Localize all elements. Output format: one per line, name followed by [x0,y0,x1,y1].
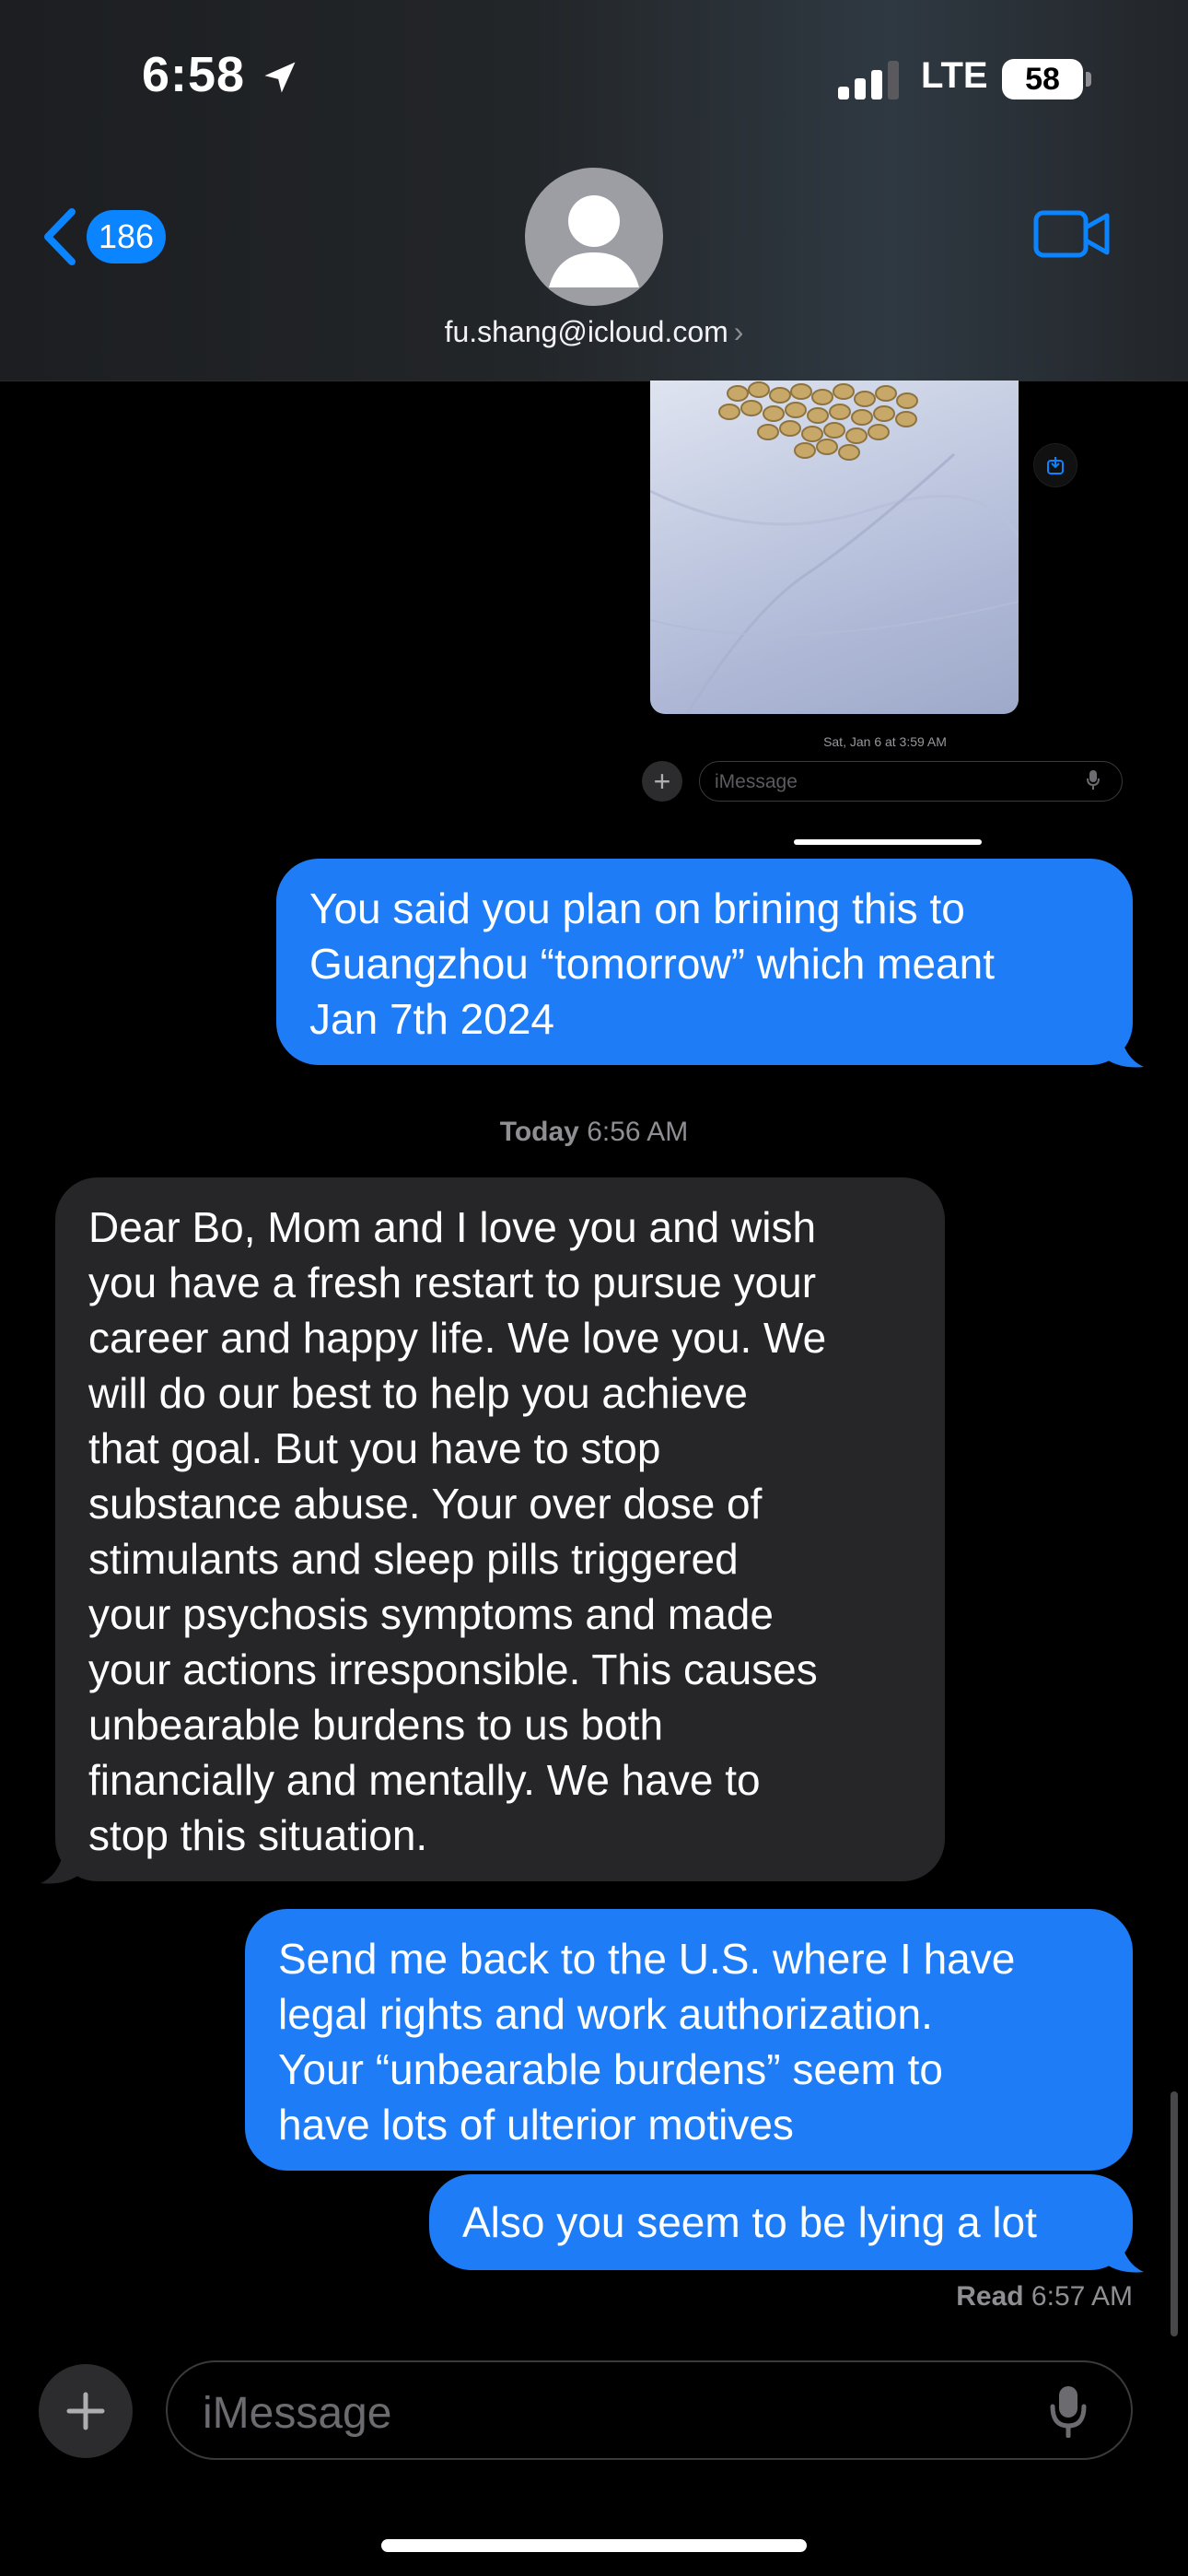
add-attachment-button[interactable] [39,2364,133,2458]
avatar-person-icon [549,195,639,287]
status-time: 6:58 [142,47,246,102]
message-bubble-outgoing[interactable]: You said you plan on brining this to Gua… [276,859,1133,1065]
share-button[interactable] [1033,443,1077,487]
embedded-input-placeholder: iMessage [715,771,798,792]
signal-icon [838,61,899,100]
message-line: Guangzhou “tomorrow” which meant [309,940,995,988]
battery-tip [1086,72,1091,87]
message-bubble-outgoing[interactable]: Send me back to the U.S. where I have le… [245,1909,1133,2171]
message-line: stop this situation. [88,1811,428,1859]
conversation-header: 6:58 LTE 58 186 fu.shang@icloud.com › [0,0,1188,381]
battery-level: 58 [1025,61,1060,97]
contact-name[interactable]: fu.shang@icloud.com › [0,315,1188,349]
message-line: Dear Bo, Mom and I love you and wish [88,1203,817,1251]
network-type: LTE [921,55,988,96]
message-line: financially and mentally. We have to [88,1756,761,1804]
read-receipt: Read 6:57 AM [956,2281,1133,2313]
location-arrow-icon [264,62,296,93]
message-line: you have a fresh restart to pursue your [88,1259,817,1306]
read-time: 6:57 AM [1031,2281,1133,2312]
message-line: have lots of ulterior motives [278,2101,794,2149]
contact-address: fu.shang@icloud.com [444,315,728,348]
message-line: Your “unbearable burdens” seem to [278,2045,943,2093]
unread-count-badge: 186 [87,210,166,263]
back-chevron-icon [44,208,76,265]
avatar[interactable] [525,168,663,306]
attachment-image[interactable] [650,381,1019,714]
message-line: your psychosis symptoms and made [88,1590,774,1638]
message-input[interactable]: iMessage [166,2360,1133,2460]
share-icon [1047,457,1064,474]
message-line: substance abuse. Your over dose of [88,1480,763,1528]
conversation-timestamp: Today 6:56 AM [0,1117,1188,1148]
message-line: your actions irresponsible. This causes [88,1645,818,1693]
message-line: You said you plan on brining this to [309,884,965,932]
embedded-message-input: iMessage [699,761,1123,802]
video-camera-icon[interactable] [1033,208,1111,260]
microphone-icon[interactable] [1050,2384,1087,2438]
message-line: will do our best to help you achieve [88,1369,748,1417]
bubble-tail [1101,1028,1144,1068]
embedded-timestamp: Sat, Jan 6 at 3:59 AM [823,734,947,749]
message-input-placeholder: iMessage [203,2389,392,2438]
embedded-home-indicator [794,839,982,845]
message-line: legal rights and work authorization. [278,1990,933,2038]
bubble-tail [41,1844,83,1884]
message-bubble-outgoing[interactable]: Also you seem to be lying a lot [429,2174,1133,2270]
embedded-microphone-icon [1087,770,1100,790]
read-label: Read [956,2281,1024,2312]
message-line: Send me back to the U.S. where I have [278,1935,1016,1983]
home-indicator [381,2539,807,2552]
timestamp-time: 6:56 AM [587,1117,689,1147]
embedded-plus-icon: + [642,761,682,802]
message-line: that goal. But you have to stop [88,1424,661,1472]
timestamp-day: Today [499,1117,579,1147]
scrollbar[interactable] [1171,2091,1178,2336]
back-button[interactable]: 186 [41,205,179,269]
chevron-right-icon: › [733,315,744,348]
message-line: Jan 7th 2024 [309,995,555,1043]
message-line: career and happy life. We love you. We [88,1314,827,1362]
bubble-tail [1101,2233,1144,2273]
message-line: Also you seem to be lying a lot [462,2198,1037,2246]
plus-icon [66,2392,105,2430]
battery-icon: 58 [1002,59,1083,100]
pills-photo [650,381,1019,714]
message-bubble-incoming[interactable]: Dear Bo, Mom and I love you and wish you… [55,1177,945,1881]
message-line: stimulants and sleep pills triggered [88,1535,739,1583]
message-line: unbearable burdens to us both [88,1701,664,1749]
